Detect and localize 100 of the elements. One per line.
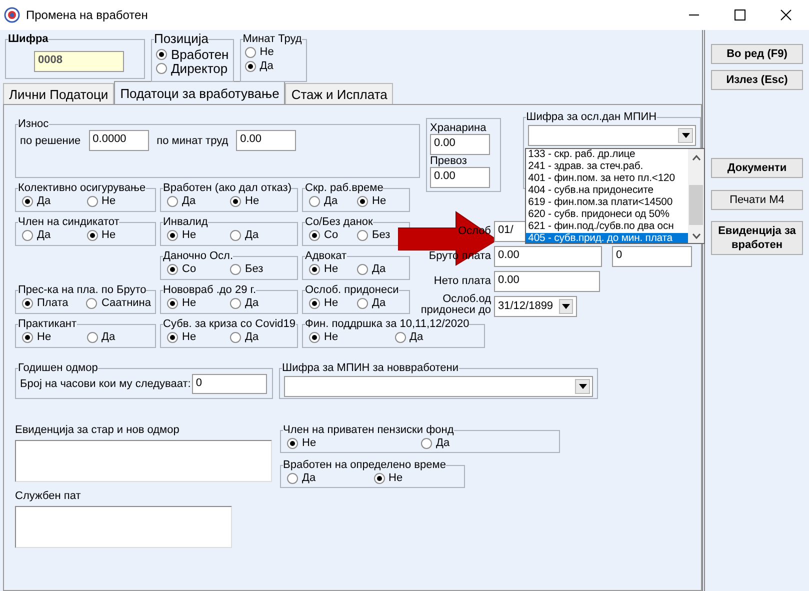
text-area[interactable]: [15, 440, 272, 482]
radio-option[interactable]: Не: [374, 471, 403, 485]
radio-option[interactable]: Не: [357, 194, 386, 208]
radio-option[interactable]: Плата: [22, 296, 68, 310]
action-button[interactable]: Печати М4: [711, 190, 803, 210]
app-logo-icon: [4, 7, 20, 23]
amount-field[interactable]: 0.0000: [88, 130, 149, 151]
gross-field[interactable]: 0.00: [494, 246, 602, 267]
radio-option[interactable]: Не: [22, 330, 52, 344]
dropdown-option[interactable]: 621 - фин.под./субв.по два осн: [526, 221, 688, 233]
group-label: Субв. за криза со Covid19: [163, 318, 296, 330]
group-label: Позиција: [154, 33, 208, 45]
radio-option[interactable]: Да: [394, 330, 424, 344]
window-title: Промена на вработен: [26, 8, 148, 22]
dropdown-option[interactable]: 404 - субв.на придонесите: [526, 185, 688, 197]
field-label: Ослоб.од придонеси до: [420, 294, 491, 316]
radio-option[interactable]: Да: [421, 436, 450, 450]
scroll-up-icon[interactable]: [692, 155, 701, 161]
text-area[interactable]: [15, 506, 232, 548]
tab[interactable]: Податоци за вработување: [114, 81, 286, 104]
field-label: по минат труд: [156, 134, 228, 146]
radio-option[interactable]: Со: [309, 228, 338, 242]
group-label: Инвалид: [163, 216, 208, 228]
code-field[interactable]: 0008: [34, 51, 124, 72]
radio-option[interactable]: Да: [357, 296, 386, 310]
group-label: Шифра за МПИН за новвработени: [282, 362, 459, 374]
field-label: Службен пат: [15, 490, 82, 502]
radio-option[interactable]: Не: [309, 296, 338, 310]
group-label: Со/Без данок: [305, 216, 373, 228]
group-label: Даночно Осл.: [163, 250, 234, 262]
scroll-down-icon[interactable]: [692, 233, 701, 239]
radio-option[interactable]: Да: [287, 471, 316, 485]
radio-option[interactable]: Да: [357, 262, 386, 276]
group-label: Член на приватен пензиски фонд: [283, 424, 454, 436]
radio-option[interactable]: Да: [230, 330, 259, 344]
caret-icon: [562, 304, 570, 309]
field-label: Број на часови кои му следуваат:: [20, 378, 191, 390]
group-label: Фин. поддршка за 10,11,12/2020: [305, 318, 470, 330]
radio-option[interactable]: Да: [230, 228, 259, 242]
group-label: Шифра: [8, 33, 48, 45]
radio-option[interactable]: Не: [86, 228, 116, 242]
group-label: Прес-ка на пла. по Бруто: [18, 284, 146, 296]
action-button[interactable]: Излез (Esc): [711, 70, 803, 90]
group-label: Ослоб. придонеси: [305, 284, 399, 296]
caret-icon: [682, 133, 690, 138]
field-label: Превоз: [430, 155, 468, 167]
radio-option[interactable]: Да: [167, 194, 196, 208]
radio-option[interactable]: Не: [309, 262, 338, 276]
group-label: Член на синдикатот: [18, 216, 120, 228]
scrollbar[interactable]: [688, 149, 704, 243]
radio-option[interactable]: Директор: [156, 62, 228, 76]
date-picker[interactable]: 31/12/1899: [494, 296, 577, 317]
mpin-dropdown[interactable]: [528, 125, 696, 146]
group-label: Нововраб .до 29 г.: [163, 284, 256, 296]
field-label: Евиденција за стар и нов одмор: [15, 424, 180, 436]
amount-field[interactable]: 0.00: [236, 130, 296, 151]
allowance-field[interactable]: 0.00: [430, 134, 490, 155]
radio-option[interactable]: Да: [86, 330, 116, 344]
group-label: Вработен (ако дал отказ): [163, 182, 292, 194]
gross-extra-field[interactable]: 0: [612, 246, 692, 267]
radio-option[interactable]: Не: [309, 330, 338, 344]
group-label: Износ: [18, 118, 49, 130]
dropdown-option[interactable]: 241 - здрав. за стеч.раб.: [526, 161, 688, 173]
radio-option[interactable]: Саатнина: [86, 296, 151, 310]
radio-option[interactable]: Не: [230, 194, 260, 208]
radio-option[interactable]: Да: [230, 296, 259, 310]
radio-option[interactable]: Да: [244, 59, 302, 73]
radio-option[interactable]: Да: [22, 194, 51, 208]
tab[interactable]: Стаж и Исплата: [285, 83, 394, 104]
radio-option[interactable]: Не: [86, 194, 116, 208]
dropdown-option[interactable]: 133 - скр. раб. др.лице: [526, 149, 688, 161]
dropdown-option[interactable]: 405 - субв.прид. до мин. плата: [526, 233, 688, 243]
action-button[interactable]: Во ред (F9): [711, 44, 803, 64]
radio-option[interactable]: Вработен: [156, 48, 229, 62]
radio-option[interactable]: Не: [167, 330, 196, 344]
dropdown-option[interactable]: 401 - фин.пом. за нето пл.<120: [526, 173, 688, 185]
radio-option[interactable]: Да: [309, 194, 338, 208]
radio-option[interactable]: Без: [357, 228, 390, 242]
radio-option[interactable]: Со: [167, 262, 196, 276]
group-label: Практикант: [18, 318, 77, 330]
field-label: Нето плата: [432, 275, 491, 288]
radio-option[interactable]: Без: [230, 262, 264, 276]
action-button[interactable]: Документи: [711, 158, 803, 178]
field-label: по решение: [20, 134, 81, 146]
allowance-field[interactable]: 0.00: [430, 167, 490, 188]
dropdown-option[interactable]: 619 - фин.пом.за плати<14500: [526, 197, 688, 209]
radio-option[interactable]: Не: [287, 436, 316, 450]
group-label: Шифра за осл.дан МПИН: [526, 111, 657, 123]
radio-option[interactable]: Не: [167, 296, 196, 310]
radio-option[interactable]: Да: [22, 228, 51, 242]
action-button[interactable]: Евиденција за вработен: [711, 221, 803, 255]
tab[interactable]: Лични Податоци: [3, 83, 114, 104]
group-label: Адвокат: [305, 250, 347, 262]
group-label: Минат Труд: [242, 33, 302, 45]
radio-option[interactable]: Не: [167, 228, 196, 242]
radio-option[interactable]: Не: [244, 45, 302, 59]
new-mpin-dropdown[interactable]: [284, 376, 593, 397]
hours-field[interactable]: 0: [192, 374, 267, 394]
dropdown-option[interactable]: 620 - субв. придонеси од 50%: [526, 209, 688, 221]
net-field[interactable]: 0.00: [494, 271, 600, 292]
